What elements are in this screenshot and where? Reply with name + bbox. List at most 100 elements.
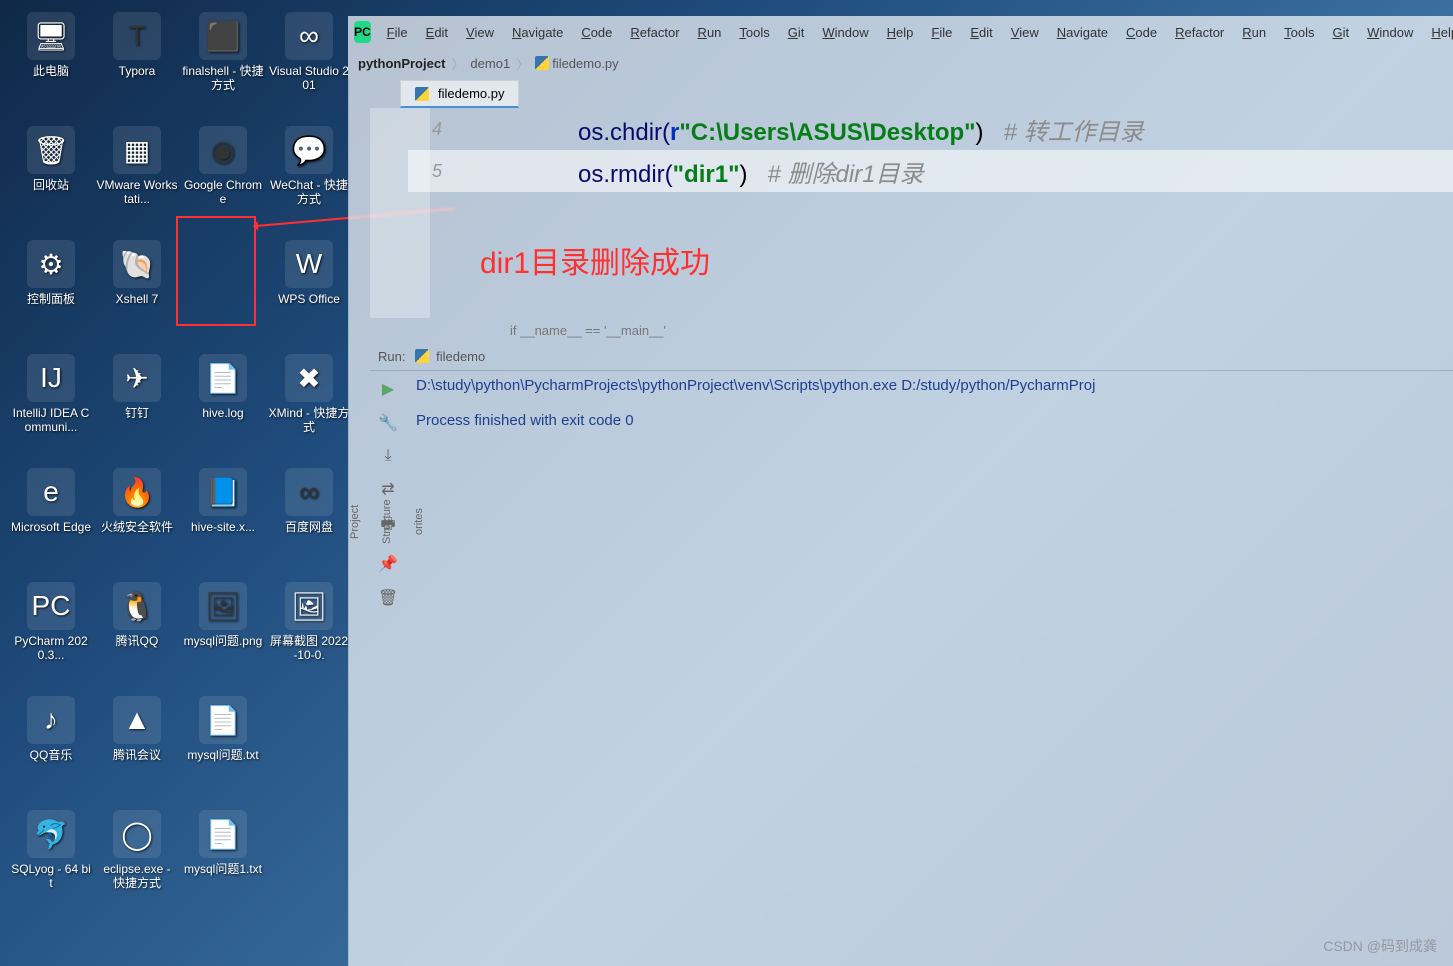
desktop-icon[interactable]: 🐧腾讯QQ — [94, 578, 180, 690]
app-icon: 💬 — [285, 126, 333, 174]
app-icon: 🖥 — [27, 12, 75, 60]
menu-view[interactable]: View — [458, 21, 502, 44]
desktop-icon[interactable]: 🖼屏幕截图 2022-10-0. — [266, 578, 352, 690]
app-icon: 🗑 — [27, 126, 75, 174]
menu-tools[interactable]: Tools — [1276, 21, 1322, 44]
app-icon: 📄 — [199, 354, 247, 402]
menu-navigate[interactable]: Navigate — [504, 21, 571, 44]
watermark-text: CSDN @码到成龚 — [1323, 936, 1437, 956]
app-icon: ▦ — [113, 126, 161, 174]
menu-refactor[interactable]: Refactor — [1167, 21, 1232, 44]
desktop-icon[interactable]: 📄 mysql问题1.txt — [180, 806, 266, 918]
menu-window[interactable]: Window — [814, 21, 876, 44]
desktop-icon[interactable]: ▦ VMware Workstati... — [94, 122, 180, 234]
icon-label: 钉钉 — [125, 406, 149, 420]
desktop-icon[interactable]: ∞Visual Studio 201 — [266, 8, 352, 120]
code-editor[interactable]: 4 os.chdir(r"C:\Users\ASUS\Desktop") # 转… — [370, 108, 1453, 318]
app-icon: IJ — [27, 354, 75, 402]
desktop-icon[interactable]: 🗑回收站 — [8, 122, 94, 234]
sidebar-tab-project[interactable]: Project — [349, 88, 361, 956]
menu-git[interactable]: Git — [1324, 21, 1357, 44]
desktop-icon[interactable]: 🐚Xshell 7 — [94, 236, 180, 348]
desktop-icon[interactable]: 🖼 mysql问题.png — [180, 578, 266, 690]
desktop-icon[interactable]: PC PyCharm 2020.3... — [8, 578, 94, 690]
icon-label: Typora — [119, 64, 156, 78]
menu-navigate[interactable]: Navigate — [1049, 21, 1116, 44]
app-icon: PC — [27, 582, 75, 630]
menu-help[interactable]: Help — [879, 21, 922, 44]
icon-label: hive-site.x... — [191, 520, 255, 534]
desktop-icon[interactable]: ◯eclipse.exe - 快捷方式 — [94, 806, 180, 918]
desktop-icon[interactable]: 📄mysql问题.txt — [180, 692, 266, 804]
icon-label: IntelliJ IDEA Communi... — [10, 406, 92, 435]
desktop-icon[interactable]: ♪QQ音乐 — [8, 692, 94, 804]
icon-label: mysql问题.txt — [187, 748, 258, 762]
menu-edit[interactable]: Edit — [962, 21, 1000, 44]
menu-file[interactable]: File — [379, 21, 416, 44]
run-console-output[interactable]: D:\study\python\PycharmProjects\pythonPr… — [406, 371, 1453, 966]
icon-label: PyCharm 2020.3... — [10, 634, 92, 663]
editor-tabs: filedemo.py — [370, 78, 1453, 108]
desktop-icon[interactable]: ∞百度网盘 — [266, 464, 352, 576]
menu-refactor[interactable]: Refactor — [622, 21, 687, 44]
icon-label: finalshell - 快捷方式 — [182, 64, 264, 93]
run-config-name[interactable]: filedemo — [415, 349, 485, 364]
desktop-icon[interactable]: 📘 hive-site.x... — [180, 464, 266, 576]
annotation-text: dir1目录删除成功 — [480, 238, 710, 282]
code-line-4[interactable]: 4 os.chdir(r"C:\Users\ASUS\Desktop") # 转… — [408, 108, 1453, 150]
menu-bar: PC FileEditViewNavigateCodeRefactorRunTo… — [348, 16, 1453, 48]
desktop-icon[interactable]: ✈钉钉 — [94, 350, 180, 462]
icon-label: XMind - 快捷方式 — [268, 406, 350, 435]
icon-label: mysql问题1.txt — [184, 862, 262, 876]
left-tool-sidebar: Project Structure orites — [348, 78, 370, 966]
menu-run[interactable]: Run — [690, 21, 730, 44]
icon-label: WeChat - 快捷方式 — [268, 178, 350, 207]
icon-label: Xshell 7 — [116, 292, 159, 306]
app-icon: ▲ — [113, 696, 161, 744]
code-context-crumb[interactable]: if __name__ == '__main__' — [370, 318, 1453, 342]
desktop-icon[interactable]: 🐬SQLyog - 64 bit — [8, 806, 94, 918]
menu-edit[interactable]: Edit — [418, 21, 456, 44]
app-icon: 📄 — [199, 810, 247, 858]
crumb-project[interactable]: pythonProject — [358, 56, 445, 71]
desktop-icon[interactable]: WWPS Office — [266, 236, 352, 348]
icon-label: QQ音乐 — [30, 748, 73, 762]
crumb-folder[interactable]: demo1 — [470, 56, 510, 71]
desktop-icon[interactable]: IJ IntelliJ IDEA Communi... — [8, 350, 94, 462]
annotation-highlight-box — [176, 216, 256, 326]
app-icon: 📘 — [199, 468, 247, 516]
app-icon: 🖼 — [285, 582, 333, 630]
desktop-icon[interactable]: TTypora — [94, 8, 180, 120]
icon-label: VMware Workstati... — [96, 178, 178, 207]
desktop-icon[interactable]: ▲腾讯会议 — [94, 692, 180, 804]
icon-label: mysql问题.png — [184, 634, 263, 648]
desktop-icon[interactable]: eMicrosoft Edge — [8, 464, 94, 576]
menu-git[interactable]: Git — [780, 21, 813, 44]
desktop-icon[interactable]: 🖥 此电脑 — [8, 8, 94, 120]
menu-tools[interactable]: Tools — [731, 21, 777, 44]
app-icon: ∞ — [285, 12, 333, 60]
app-icon: 🔥 — [113, 468, 161, 516]
desktop-icon[interactable]: ⬛finalshell - 快捷方式 — [180, 8, 266, 120]
menu-file[interactable]: File — [923, 21, 960, 44]
icon-label: Google Chrome — [182, 178, 264, 207]
icon-label: 腾讯QQ — [116, 634, 159, 648]
menu-help[interactable]: Help — [1423, 21, 1453, 44]
app-icon: W — [285, 240, 333, 288]
menu-view[interactable]: View — [1003, 21, 1047, 44]
app-icon: ◯ — [113, 810, 161, 858]
menu-code[interactable]: Code — [573, 21, 620, 44]
menu-run[interactable]: Run — [1234, 21, 1274, 44]
code-line-5[interactable]: 5 os.rmdir("dir1") # 删除dir1目录 — [408, 150, 1453, 192]
menu-code[interactable]: Code — [1118, 21, 1165, 44]
desktop-icon[interactable]: ✖XMind - 快捷方式 — [266, 350, 352, 462]
icon-label: 控制面板 — [27, 292, 75, 306]
desktop-icon[interactable]: 📄hive.log — [180, 350, 266, 462]
menu-window[interactable]: Window — [1359, 21, 1421, 44]
app-icon: 🖼 — [199, 582, 247, 630]
desktop-icon[interactable]: 🔥火绒安全软件 — [94, 464, 180, 576]
icon-label: 此电脑 — [33, 64, 69, 78]
desktop-icon[interactable]: ⚙控制面板 — [8, 236, 94, 348]
icon-label: Microsoft Edge — [11, 520, 91, 534]
crumb-file[interactable]: filedemo.py — [535, 56, 618, 71]
